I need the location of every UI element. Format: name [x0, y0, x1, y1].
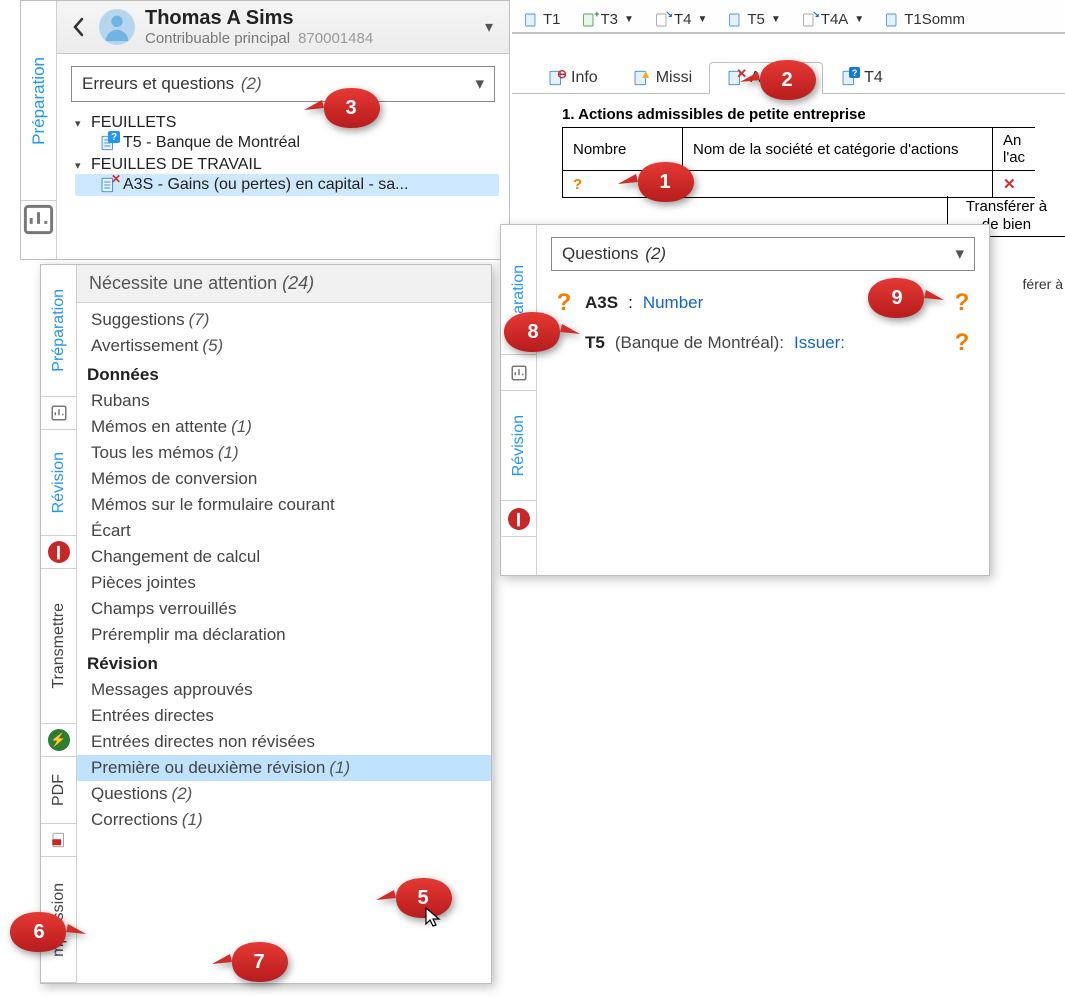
menu-item[interactable]: Champs verrouillés	[77, 596, 491, 622]
profile-name: Thomas A Sims	[145, 7, 469, 30]
cell-delete[interactable]: ✕	[993, 171, 1036, 198]
document-icon: ⊖	[547, 69, 565, 87]
chart-icon[interactable]	[21, 201, 56, 237]
left-vertical-tabs: Préparation	[21, 1, 57, 259]
pdf-icon	[41, 824, 76, 857]
menu-item[interactable]: Première ou deuxième révision (1)	[77, 755, 491, 781]
menu-item[interactable]: Changement de calcul	[77, 544, 491, 570]
menu-item[interactable]: Mémos de conversion	[77, 466, 491, 492]
document-icon: ?	[99, 134, 117, 152]
menu-item[interactable]: Avertissement (5)	[77, 333, 491, 359]
form-section-title: 1. Actions admissibles de petite entrepr…	[562, 106, 1065, 123]
vtab-revision[interactable]: Révision	[501, 391, 536, 501]
chart-icon[interactable]	[41, 397, 76, 430]
form-tab-t1[interactable]: T1	[514, 6, 570, 32]
menu-list: Suggestions (7)Avertissement (5)DonnéesR…	[77, 303, 491, 837]
menu-item[interactable]: Questions (2)	[77, 781, 491, 807]
document-icon	[884, 12, 900, 28]
question-icon: ?	[951, 329, 973, 357]
callout-6: 6	[8, 910, 86, 954]
vtab-preparation[interactable]: Préparation	[41, 265, 76, 397]
document-icon: ↘	[654, 12, 670, 28]
callout-1: 1	[618, 160, 696, 204]
callout-7: 7	[212, 940, 290, 984]
questions-dropdown[interactable]: Questions (2) ▾	[551, 237, 975, 271]
col-an: Anl'ac	[993, 128, 1036, 171]
form-tab-t5[interactable]: T5▼	[718, 6, 789, 32]
menu-item[interactable]: Entrées directes	[77, 703, 491, 729]
back-button[interactable]	[67, 13, 89, 41]
transmit-status-icon: ⚡	[41, 724, 76, 757]
menu-item[interactable]: Écart	[77, 518, 491, 544]
question-icon: ?	[951, 289, 973, 317]
callout-2: 2	[740, 58, 818, 102]
document-icon	[727, 12, 743, 28]
avatar	[99, 9, 135, 45]
cursor-icon	[424, 906, 442, 934]
tab-missi[interactable]: ▲ Missi	[615, 62, 709, 94]
vtab-preparation[interactable]: Préparation	[21, 1, 56, 201]
tree: ▾FEUILLETS ? T5 - Banque de Montréal ▾FE…	[57, 112, 509, 202]
callout-3: 3	[304, 86, 382, 130]
menu-section: Révision	[77, 648, 491, 677]
form-tab-t4a[interactable]: ↘ T4A▼	[792, 6, 873, 32]
menu-item[interactable]: Messages approuvés	[77, 677, 491, 703]
menu-item[interactable]: Préremplir ma déclaration	[77, 622, 491, 648]
document-icon: +	[581, 12, 597, 28]
revision-status-icon: ❙	[41, 536, 76, 569]
profile-header: Thomas A Sims Contribuable principal8700…	[57, 1, 509, 54]
form-tab-t1somm[interactable]: T1Somm	[875, 6, 974, 32]
vtab-revision[interactable]: Révision	[41, 430, 76, 536]
question-row-t5[interactable]: ? T5 (Banque de Montréal): Issuer: ?	[553, 323, 973, 363]
vtab-pdf[interactable]: PDF	[41, 757, 76, 825]
tab-info[interactable]: ⊖ Info	[530, 62, 615, 94]
profile-dropdown[interactable]: ▾	[479, 17, 499, 37]
chart-icon[interactable]	[501, 355, 536, 391]
vtab-transmettre[interactable]: Transmettre	[41, 569, 76, 724]
tab-t4[interactable]: ? T4	[823, 62, 900, 94]
callout-5: 5	[376, 876, 454, 920]
profile-subline: Contribuable principal870001484	[145, 30, 469, 47]
document-icon: ?	[840, 69, 858, 87]
callout-8: 8	[502, 310, 580, 354]
tree-item-a3s[interactable]: ✕ A3S - Gains (ou pertes) en capital - s…	[75, 174, 499, 196]
errors-questions-dropdown[interactable]: Erreurs et questions (2) ▾	[71, 66, 495, 102]
tree-item-t5[interactable]: ? T5 - Banque de Montréal	[75, 132, 499, 154]
menu-item[interactable]: Mémos sur le formulaire courant	[77, 492, 491, 518]
menu-item[interactable]: Suggestions (7)	[77, 307, 491, 333]
document-icon: ↘	[801, 12, 817, 28]
col-nom-societe: Nom de la société et catégorie d'actions	[683, 128, 993, 171]
form-content: 1. Actions admissibles de petite entrepr…	[512, 94, 1065, 198]
menu-item[interactable]: Tous les mémos (1)	[77, 440, 491, 466]
left-panel: Préparation Thomas A Sims Contribuable p…	[20, 0, 510, 260]
form-tab-t4[interactable]: ↘ T4▼	[645, 6, 716, 32]
menu-item[interactable]: Mémos en attente (1)	[77, 414, 491, 440]
text-ferer: férer à	[1023, 276, 1063, 292]
document-icon	[523, 12, 539, 28]
cell-nom-value[interactable]	[683, 171, 993, 198]
callout-9: 9	[866, 276, 944, 320]
menu-item[interactable]: Entrées directes non révisées	[77, 729, 491, 755]
tree-group-feuilles-travail[interactable]: ▾FEUILLES DE TRAVAIL	[75, 156, 499, 174]
menu-item[interactable]: Corrections (1)	[77, 807, 491, 833]
document-icon: ✕	[99, 176, 117, 194]
revision-status-icon: ❙	[501, 501, 536, 537]
menu-item[interactable]: Pièces jointes	[77, 570, 491, 596]
document-icon: ▲	[632, 69, 650, 87]
menu-header: Nécessite une attention (24)	[77, 265, 491, 303]
form-tab-strip: T1 + T3▼ ↘ T4▼ T5▼ ↘ T4A▼ T1Somm	[512, 0, 1065, 34]
menu-section: Données	[77, 359, 491, 388]
tree-group-feuillets[interactable]: ▾FEUILLETS	[75, 114, 499, 132]
menu-item[interactable]: Rubans	[77, 388, 491, 414]
form-tab-t3[interactable]: + T3▼	[572, 6, 643, 32]
